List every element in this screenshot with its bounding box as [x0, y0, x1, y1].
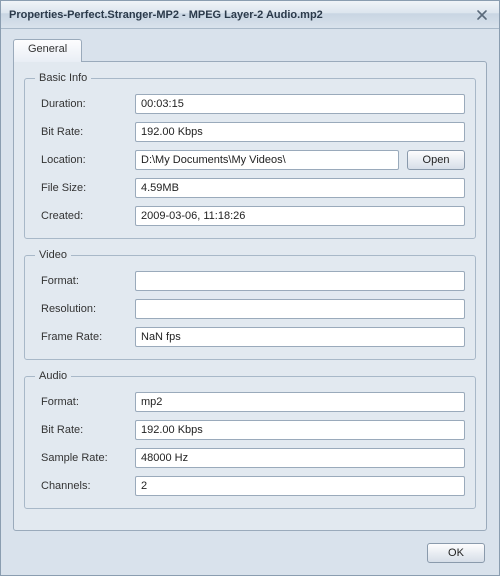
label-samplerate: Sample Rate:: [35, 452, 135, 464]
label-duration: Duration:: [35, 98, 135, 110]
group-basic-info-legend: Basic Info: [35, 72, 91, 84]
row-filesize: File Size: 4.59MB: [35, 174, 465, 202]
row-duration: Duration: 00:03:15: [35, 90, 465, 118]
field-video-format[interactable]: [135, 271, 465, 291]
row-resolution: Resolution:: [35, 295, 465, 323]
row-framerate: Frame Rate: NaN fps: [35, 323, 465, 351]
label-audio-bitrate: Bit Rate:: [35, 424, 135, 436]
field-duration[interactable]: 00:03:15: [135, 94, 465, 114]
label-video-format: Format:: [35, 275, 135, 287]
label-audio-format: Format:: [35, 396, 135, 408]
row-bitrate: Bit Rate: 192.00 Kbps: [35, 118, 465, 146]
group-audio: Audio Format: mp2 Bit Rate: 192.00 Kbps …: [24, 370, 476, 509]
label-created: Created:: [35, 210, 135, 222]
tab-panel-general: Basic Info Duration: 00:03:15 Bit Rate: …: [13, 61, 487, 531]
close-icon: [476, 9, 488, 21]
group-video-legend: Video: [35, 249, 71, 261]
field-location[interactable]: D:\My Documents\My Videos\: [135, 150, 399, 170]
field-audio-bitrate[interactable]: 192.00 Kbps: [135, 420, 465, 440]
field-channels[interactable]: 2: [135, 476, 465, 496]
row-channels: Channels: 2: [35, 472, 465, 500]
row-created: Created: 2009-03-06, 11:18:26: [35, 202, 465, 230]
tab-strip: General: [13, 39, 487, 61]
properties-dialog: Properties-Perfect.Stranger-MP2 - MPEG L…: [0, 0, 500, 576]
tab-general[interactable]: General: [13, 39, 82, 62]
group-video: Video Format: Resolution: Frame Rate: Na…: [24, 249, 476, 360]
row-video-format: Format:: [35, 267, 465, 295]
content-area: General Basic Info Duration: 00:03:15 Bi…: [1, 29, 499, 531]
label-framerate: Frame Rate:: [35, 331, 135, 343]
window-title: Properties-Perfect.Stranger-MP2 - MPEG L…: [9, 9, 471, 21]
label-location: Location:: [35, 154, 135, 166]
label-channels: Channels:: [35, 480, 135, 492]
field-bitrate[interactable]: 192.00 Kbps: [135, 122, 465, 142]
field-created[interactable]: 2009-03-06, 11:18:26: [135, 206, 465, 226]
titlebar: Properties-Perfect.Stranger-MP2 - MPEG L…: [1, 1, 499, 29]
open-button[interactable]: Open: [407, 150, 465, 170]
label-resolution: Resolution:: [35, 303, 135, 315]
row-audio-format: Format: mp2: [35, 388, 465, 416]
row-audio-bitrate: Bit Rate: 192.00 Kbps: [35, 416, 465, 444]
label-filesize: File Size:: [35, 182, 135, 194]
row-location: Location: D:\My Documents\My Videos\ Ope…: [35, 146, 465, 174]
field-resolution[interactable]: [135, 299, 465, 319]
field-audio-format[interactable]: mp2: [135, 392, 465, 412]
close-button[interactable]: [471, 7, 493, 23]
row-samplerate: Sample Rate: 48000 Hz: [35, 444, 465, 472]
field-filesize[interactable]: 4.59MB: [135, 178, 465, 198]
field-framerate[interactable]: NaN fps: [135, 327, 465, 347]
label-bitrate: Bit Rate:: [35, 126, 135, 138]
group-audio-legend: Audio: [35, 370, 71, 382]
dialog-footer: OK: [1, 531, 499, 575]
ok-button[interactable]: OK: [427, 543, 485, 563]
group-basic-info: Basic Info Duration: 00:03:15 Bit Rate: …: [24, 72, 476, 239]
field-samplerate[interactable]: 48000 Hz: [135, 448, 465, 468]
